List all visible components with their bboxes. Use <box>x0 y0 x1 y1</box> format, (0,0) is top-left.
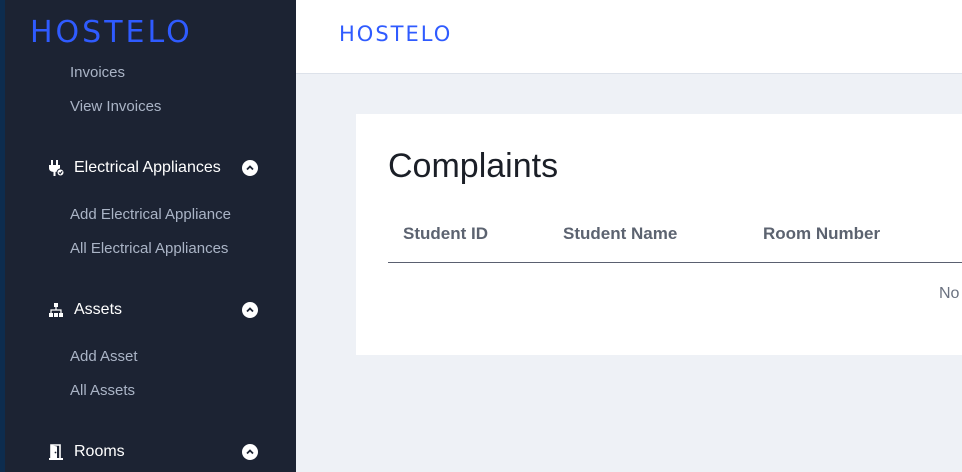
sidebar-item-add-asset[interactable]: Add Asset <box>70 348 138 365</box>
sidebar-group-rooms[interactable]: Rooms <box>46 440 258 464</box>
sidebar-group-label: Electrical Appliances <box>74 159 221 176</box>
page-title: Complaints <box>388 147 559 185</box>
sidebar-group-assets[interactable]: Assets <box>46 298 258 322</box>
sidebar: HOSTELO Invoices View Invoices Electrica… <box>0 0 296 472</box>
sidebar-logo[interactable]: HOSTELO <box>30 15 193 51</box>
sidebar-item-all-electrical-appliances[interactable]: All Electrical Appliances <box>70 240 228 257</box>
column-header-room-number[interactable]: Room Number <box>763 224 880 244</box>
top-bar: HOSTELO <box>296 0 962 74</box>
sidebar-group-label: Assets <box>74 301 123 318</box>
logo-text: HOSTELO <box>339 22 453 46</box>
chevron-up-icon[interactable] <box>242 160 258 176</box>
sitemap-icon <box>46 300 66 320</box>
table-header-divider <box>388 262 962 263</box>
door-icon <box>46 442 66 462</box>
sidebar-item-all-assets[interactable]: All Assets <box>70 382 135 399</box>
plug-icon <box>46 158 66 178</box>
empty-table-message: No <box>939 285 960 302</box>
sidebar-item-view-invoices[interactable]: View Invoices <box>70 98 161 115</box>
sidebar-group-label: Rooms <box>74 443 125 460</box>
chevron-up-icon[interactable] <box>242 444 258 460</box>
complaints-card: Complaints Student ID Student Name Room … <box>356 114 962 355</box>
column-header-student-name[interactable]: Student Name <box>563 224 677 244</box>
sidebar-item-invoices[interactable]: Invoices <box>70 64 125 81</box>
logo-text: HOSTELO <box>30 15 193 50</box>
sidebar-edge <box>0 0 5 472</box>
sidebar-item-add-electrical-appliance[interactable]: Add Electrical Appliance <box>70 206 231 223</box>
column-header-student-id[interactable]: Student ID <box>403 224 488 244</box>
chevron-up-icon[interactable] <box>242 302 258 318</box>
sidebar-group-electrical-appliances[interactable]: Electrical Appliances <box>46 156 258 180</box>
header-logo[interactable]: HOSTELO <box>339 20 452 48</box>
